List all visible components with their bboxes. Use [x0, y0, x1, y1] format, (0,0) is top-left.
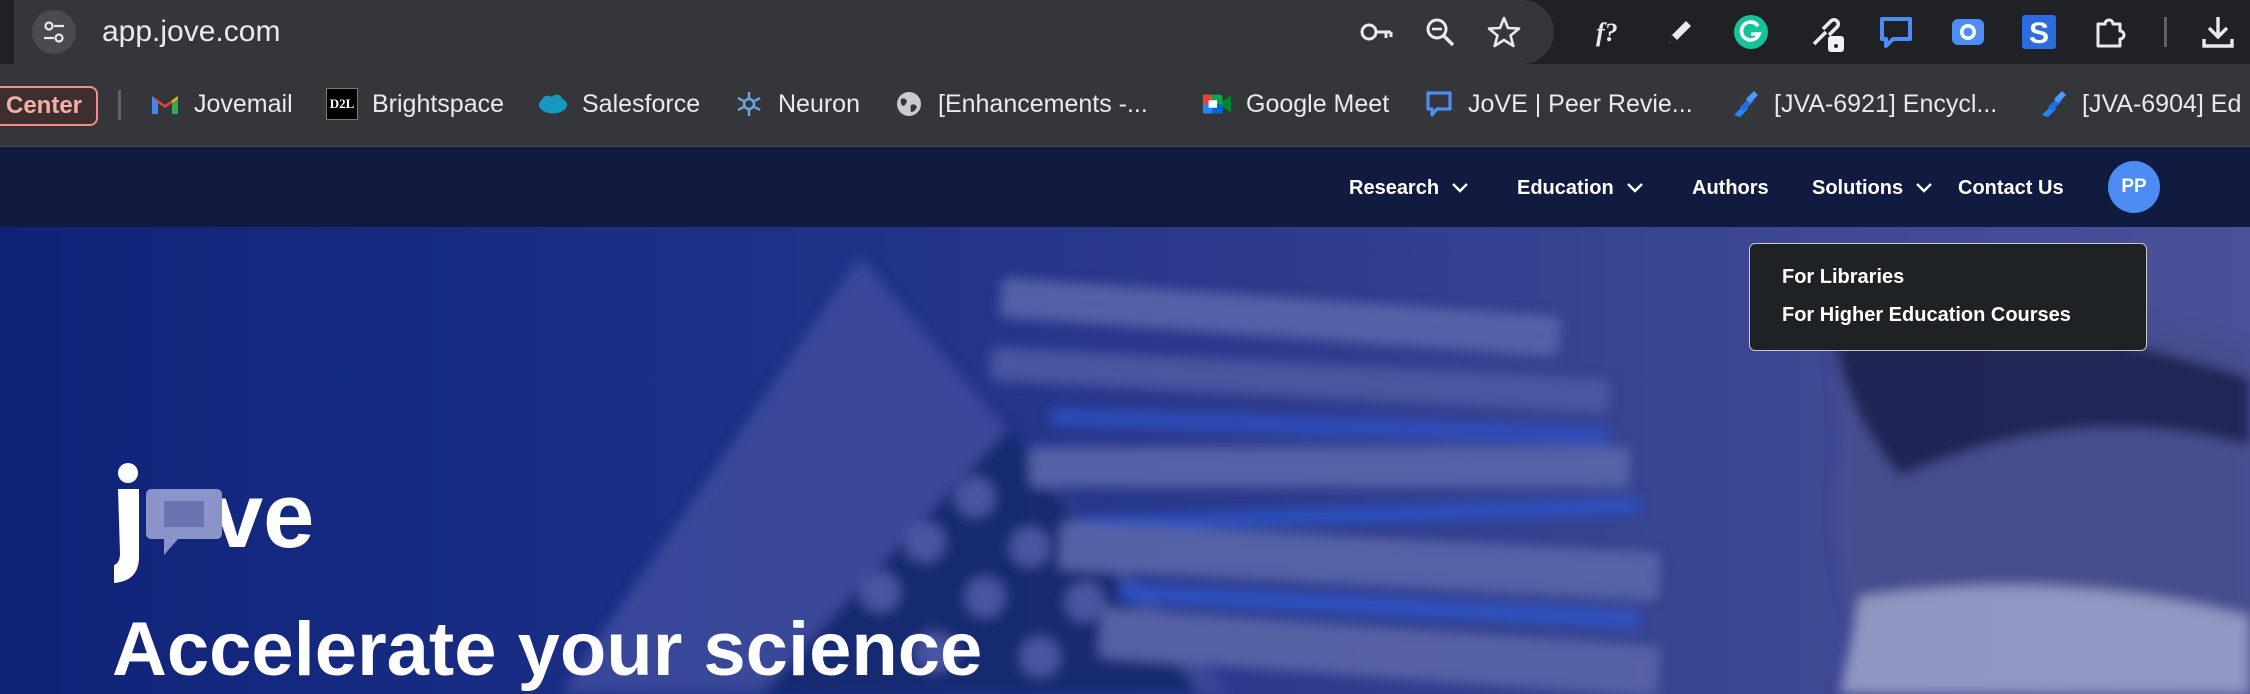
puzzle-icon[interactable] — [2091, 12, 2131, 52]
jira-icon — [2038, 89, 2068, 119]
bookmark-divider — [118, 90, 121, 120]
s-icon[interactable]: S — [2019, 12, 2059, 52]
logo-text-ve: ve — [212, 465, 314, 567]
bookmark-label: Google Meet — [1246, 89, 1390, 118]
nav-solutions[interactable]: Solutions — [1812, 171, 1933, 205]
bookmark-neuron[interactable]: Neuron — [734, 84, 860, 124]
bookmark-brightspace[interactable]: D2L Brightspace — [326, 84, 504, 124]
browser-toolbar: app.jove.com f? S — [0, 0, 2250, 64]
jira-icon — [1730, 89, 1760, 119]
chat-icon — [1424, 89, 1454, 119]
bookmark-label: Salesforce — [582, 89, 701, 118]
d2l-icon-text: D2L — [329, 96, 355, 111]
nav-authors[interactable]: Authors — [1692, 171, 1769, 205]
jove-logo[interactable]: ve — [112, 461, 362, 586]
zoom-icon[interactable] — [1422, 14, 1458, 50]
bookmark-label: Brightspace — [372, 89, 505, 118]
bookmark-peer-review[interactable]: JoVE | Peer Revie... — [1424, 84, 1693, 124]
d2l-icon: D2L — [326, 88, 358, 120]
screencast-icon[interactable] — [1948, 12, 1988, 52]
chevron-down-icon — [1452, 183, 1468, 193]
tune-icon — [44, 21, 64, 43]
nav-label: Research — [1349, 176, 1440, 199]
bookmarks-bar: Center Jovemail D2L Brightspace Salesfor… — [0, 64, 2250, 147]
bookmark-label: JoVE | Peer Revie... — [1468, 89, 1693, 118]
neuron-icon — [734, 89, 764, 119]
bookmark-jva-6904[interactable]: [JVA-6904] Ed — [2038, 84, 2241, 124]
meet-icon — [1202, 89, 1232, 119]
gmail-icon — [150, 89, 180, 119]
nav-education[interactable]: Education — [1517, 171, 1644, 205]
bookmark-label: [Enhancements -... — [938, 89, 1148, 118]
nav-label: Contact Us — [1958, 176, 2064, 199]
star-icon[interactable] — [1486, 14, 1522, 50]
bookmark-center[interactable]: Center — [0, 86, 99, 126]
globe-icon — [894, 89, 924, 119]
chat-icon[interactable] — [1876, 12, 1916, 52]
site-navbar: Research Education Authors Solutions Con… — [0, 147, 2250, 227]
address-bar[interactable]: app.jove.com — [14, 0, 1554, 64]
grammarly-icon[interactable] — [1731, 12, 1771, 52]
key-icon[interactable] — [1358, 14, 1394, 50]
site-info-button[interactable] — [32, 10, 76, 54]
toolbar-divider — [2163, 12, 2167, 52]
bookmark-label: [JVA-6904] Ed — [2082, 89, 2242, 118]
nav-label: Solutions — [1812, 176, 1904, 199]
nav-label: Authors — [1692, 176, 1769, 199]
svg-text:S: S — [2029, 17, 2049, 50]
jove-page: Research Education Authors Solutions Con… — [0, 147, 2250, 694]
chevron-down-icon — [1626, 183, 1643, 193]
url-text[interactable]: app.jove.com — [102, 14, 280, 50]
user-avatar[interactable]: PP — [2108, 161, 2160, 213]
nav-contact-us[interactable]: Contact Us — [1958, 171, 2064, 205]
menu-item-for-libraries[interactable]: For Libraries — [1782, 266, 1904, 289]
bookmark-jva-6921[interactable]: [JVA-6921] Encycl... — [1730, 84, 1997, 124]
svg-text:f?: f? — [1596, 18, 1618, 47]
menu-item-for-higher-education[interactable]: For Higher Education Courses — [1782, 304, 2071, 327]
download-icon[interactable] — [2198, 12, 2238, 52]
bookmark-enhancements[interactable]: [Enhancements -... — [894, 84, 1148, 124]
bookmark-label: Jovemail — [194, 89, 293, 118]
bookmark-label: [JVA-6921] Encycl... — [1774, 89, 1998, 118]
pencil-icon[interactable] — [1660, 12, 1700, 52]
chevron-down-icon — [1916, 183, 1932, 193]
nav-label: Education — [1517, 176, 1614, 199]
bookmark-label: Neuron — [778, 89, 860, 118]
bookmark-google-meet[interactable]: Google Meet — [1202, 84, 1389, 124]
solutions-dropdown: For Libraries For Higher Education Cours… — [1749, 243, 2147, 351]
hero-headline: Accelerate your science — [112, 607, 983, 692]
bookmark-salesforce[interactable]: Salesforce — [538, 84, 700, 124]
bookmark-jovemail[interactable]: Jovemail — [150, 84, 293, 124]
salesforce-icon — [538, 89, 568, 119]
formula-icon[interactable]: f? — [1590, 12, 1630, 52]
nav-research[interactable]: Research — [1349, 171, 1469, 205]
eyedropper-icon[interactable] — [1806, 12, 1846, 52]
